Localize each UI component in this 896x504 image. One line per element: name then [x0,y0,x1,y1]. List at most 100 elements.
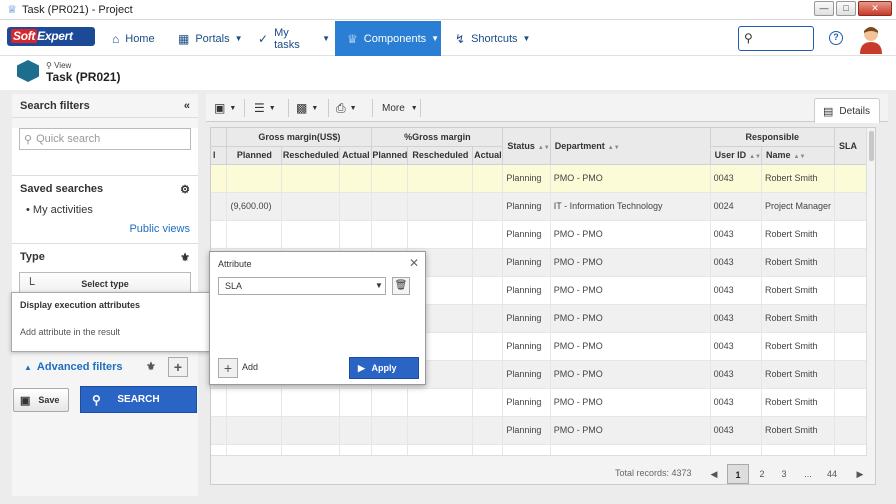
close-icon[interactable]: ✕ [409,256,419,270]
hierarchy-button[interactable]: ☰ ▼ [254,97,276,119]
nav-portals-label: Portals [195,32,230,45]
help-button[interactable]: ? [829,31,843,45]
trophy-icon: ♕ [347,31,358,46]
user-avatar[interactable] [858,24,884,54]
table-row[interactable]: Planning PMO - PMO 0043 Robert Smith [211,388,875,417]
cell-rescheduled [281,388,341,417]
search-button[interactable]: ⚲ SEARCH [80,386,197,413]
column-header[interactable]: Planned [226,146,283,165]
cell-rescheduled [281,192,341,221]
page-3[interactable]: 3 [773,464,795,484]
cell-user-id: 0043 [710,388,763,417]
cell-status: Planning [502,332,551,361]
cell-planned [226,164,283,193]
details-tab[interactable]: ▤ Details [814,98,880,123]
view-options-button[interactable]: ▣ ▼ [214,97,236,119]
table-row[interactable]: Planning PMO - PMO 0043 Robert Smith [211,220,875,249]
cell-name: Robert Smith [761,360,835,389]
global-search-input[interactable]: ⚲ [738,26,814,51]
nav-my-tasks[interactable]: ✓ My tasks ▼ [258,21,330,56]
cell-pct-actual [472,360,504,389]
delete-attribute-button[interactable]: 🗑︎ [392,277,410,295]
nav-components[interactable]: ♕ Components ▼ [335,21,441,56]
details-label: Details [839,105,870,117]
search-icon: ⚲ [92,392,101,407]
column-header[interactable]: l [211,146,228,165]
apply-button[interactable]: ▶ Apply [349,357,419,379]
window-icon: ▣ [214,101,226,115]
cell-rescheduled [281,164,341,193]
page-44[interactable]: 44 [821,464,843,484]
more-button[interactable]: More ▼ [382,97,418,119]
bar-chart-icon: ▩ [296,101,308,115]
nav-shortcuts[interactable]: ↯ Shortcuts ▼ [455,21,530,56]
cell-pct-actual [472,276,504,305]
execution-attributes-panel: Display execution attributes Add attribu… [11,292,211,352]
cell-pct-actual [472,164,504,193]
add-filter-button[interactable]: + [168,357,188,377]
add-attribute-label: Add [242,362,259,372]
broom-icon[interactable]: ⚜ [180,251,190,264]
cell-planned: (9,600.00) [226,192,283,221]
advanced-filters-toggle[interactable]: ▲ Advanced filters ⚜ + [12,356,198,378]
home-icon: ⌂ [112,31,120,46]
cell-status: Planning [502,248,551,277]
cell-department: PMO - PMO [550,220,711,249]
user-id-column-header[interactable]: User ID ▲▼ [710,146,763,165]
table-row[interactable]: (9,600.00) Planning IT - Information Techn… [211,192,875,221]
next-page-button[interactable]: ▶ [849,464,871,484]
cell-status: Planning [502,220,551,249]
window-title: Task (PR021) - Project [22,3,133,16]
window-titlebar: ♕ Task (PR021) - Project — □ ✕ [0,0,896,20]
attribute-select[interactable]: SLA ▼ [218,277,386,295]
advanced-filters-label: Advanced filters [36,361,123,373]
hierarchy-icon: ☰ [254,101,265,115]
prev-page-button[interactable]: ◀ [703,464,725,484]
nav-home[interactable]: ⌂ Home [112,21,164,56]
save-button[interactable]: ▣ Save [13,388,69,412]
cell-user-id: 0043 [710,248,763,277]
search-icon: ⚲ [24,133,33,146]
table-row[interactable]: Planning PMO - PMO 0043 Robert Smith [211,164,875,193]
cell-actual [339,416,373,445]
softexpert-logo[interactable]: Soft Expert [7,27,95,46]
broom-icon[interactable]: ⚜ [146,360,156,373]
page-2[interactable]: 2 [751,464,773,484]
column-header[interactable]: Planned [371,146,409,165]
cell-department: PMO - PMO [550,276,711,305]
minimize-button[interactable]: — [814,1,834,16]
public-views-link[interactable]: Public views [12,220,198,238]
quick-search-input[interactable]: ⚲ Quick search [19,128,191,150]
vertical-scrollbar[interactable] [866,128,875,464]
print-button[interactable]: ⎙ ▼ [336,97,357,119]
status-column-header[interactable]: Status ▲▼ [502,128,551,165]
add-attribute-button[interactable]: + [218,358,238,378]
cell-pct-actual [472,388,504,417]
collapse-icon[interactable]: « [184,100,190,112]
cell-status: Planning [502,164,551,193]
name-column-header[interactable]: Name ▲▼ [761,146,835,165]
column-header[interactable]: Rescheduled [281,146,341,165]
sort-icon: ▲▼ [537,144,550,151]
table-row[interactable]: Planning PMO - PMO 0043 Robert Smith [211,416,875,445]
scrollbar-thumb[interactable] [869,131,874,161]
saved-searches-section: Saved searches ⚙︎ • My activities Public… [12,176,198,244]
column-header[interactable]: Actual [472,146,504,165]
page-1[interactable]: 1 [727,464,749,484]
broom-icon[interactable]: ⚙︎ [180,184,190,196]
portals-icon: ▦ [178,31,190,46]
saved-search-item[interactable]: • My activities [12,200,198,220]
group-header: Gross margin(US$) [226,128,373,147]
nav-portals[interactable]: ▦ Portals ▼ [178,21,243,56]
cell-department: PMO - PMO [550,332,711,361]
column-header[interactable]: Rescheduled [407,146,474,165]
task-icon [17,60,39,82]
close-window-button[interactable]: ✕ [858,1,892,16]
cell-pct-actual [472,192,504,221]
maximize-button[interactable]: □ [836,1,856,16]
cell-empty [211,220,228,249]
chart-button[interactable]: ▩ ▼ [296,97,318,119]
department-column-header[interactable]: Department ▲▼ [550,128,711,165]
cell-rescheduled [281,416,341,445]
column-header[interactable]: Actual [339,146,373,165]
